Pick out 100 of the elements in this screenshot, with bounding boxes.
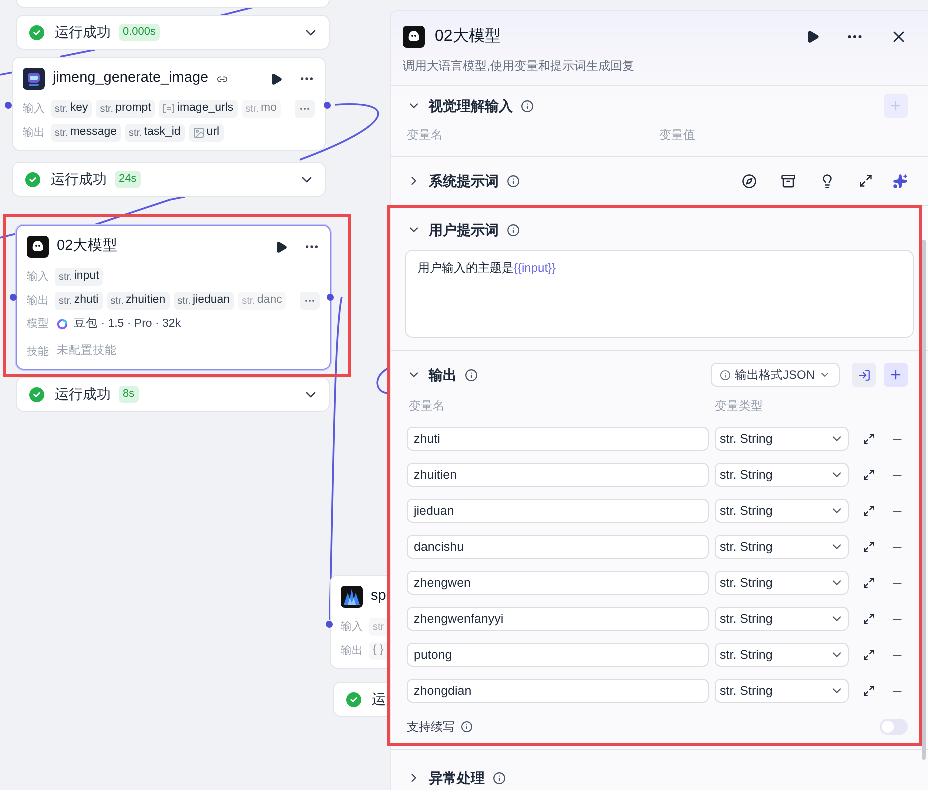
variable-name-field[interactable]: dancishu (407, 535, 709, 559)
expand-icon[interactable] (863, 685, 875, 697)
variable-name-field[interactable]: zhuitien (407, 463, 709, 487)
variable-tag: str. jieduan (174, 292, 234, 310)
flame-logo-icon (341, 586, 363, 608)
success-icon (27, 384, 47, 404)
run-icon[interactable] (806, 30, 820, 44)
section-title: 输出 (429, 366, 457, 384)
row-label: 输入 (341, 620, 364, 635)
format-select[interactable]: 输出格式JSON (710, 363, 840, 387)
info-icon[interactable] (507, 224, 520, 236)
duration-badge: 24s (115, 171, 141, 188)
section-title: 用户提示词 (429, 220, 499, 240)
variable-name-field[interactable]: zhengwen (407, 571, 709, 595)
expand-icon[interactable] (863, 541, 875, 553)
variable-type-select[interactable]: str. String (715, 571, 849, 595)
variable-tag: str. danc (238, 292, 286, 310)
run-status-bar[interactable]: 运行成功 8s (16, 377, 330, 412)
variable-tag: str. mo (242, 100, 281, 118)
column-header: 变量类型 (715, 398, 763, 415)
info-icon[interactable] (493, 772, 506, 784)
variable-type-select[interactable]: str. String (715, 463, 849, 487)
variable-tag: { } (369, 642, 388, 660)
connection-line (0, 233, 16, 239)
run-icon[interactable] (270, 72, 283, 86)
row-label: 输出 (23, 126, 46, 141)
plus-icon (889, 99, 903, 113)
variable-type-select[interactable]: str. String (715, 679, 849, 703)
info-icon[interactable] (461, 721, 473, 733)
column-header: 变量名 (407, 127, 444, 144)
workflow-node[interactable]: 02大模型 输入 str. input 输出 str. zhuti str. zhuitien str. jieduan str. danc 模型 豆包 · 1.5 · Pro · 32k 技能 未配置技能 (16, 225, 331, 370)
sparkle-icon[interactable] (893, 174, 908, 188)
info-icon[interactable] (507, 174, 520, 188)
add-button[interactable] (884, 363, 908, 387)
variable-tag: str. prompt (96, 100, 156, 118)
variable-tag: image_urls (159, 100, 238, 118)
success-icon (344, 690, 364, 710)
expand-icon[interactable] (863, 649, 875, 661)
status-label: 运行成功 (51, 170, 107, 189)
toggle-switch[interactable] (880, 719, 908, 735)
expand-icon[interactable] (863, 433, 875, 445)
section-title: 异常处理 (429, 768, 485, 788)
import-button[interactable] (852, 363, 876, 387)
array-type-icon (163, 104, 176, 114)
skill-value: 未配置技能 (57, 344, 117, 360)
archive-icon[interactable] (781, 174, 796, 188)
info-icon[interactable] (465, 368, 478, 382)
row-label: 输出 (27, 294, 50, 309)
variable-type-select[interactable]: str. String (715, 535, 849, 559)
variable-type-select[interactable]: str. String (715, 607, 849, 631)
run-status-bar[interactable]: 运行成功 0.000s (16, 15, 330, 50)
status-label: 运行成功 (55, 385, 111, 404)
variable-tag: str. input (55, 268, 104, 286)
row-label: 输出 (341, 644, 364, 659)
prompt-editor[interactable]: 用户输入的主题是{{input}} (405, 250, 914, 338)
run-status-bar[interactable]: 运行成功 24s (12, 162, 326, 197)
info-icon (720, 370, 731, 380)
row-label: 输入 (23, 102, 46, 117)
more-tags-button[interactable] (295, 100, 315, 118)
run-icon[interactable] (275, 240, 288, 254)
workflow-node[interactable]: sp 输入 str 输出 { } (330, 575, 390, 669)
section-title: 视觉理解输入 (429, 96, 513, 116)
variable-type-select[interactable]: str. String (715, 499, 849, 523)
node-title: jimeng_generate_image (53, 69, 209, 88)
variable-tag: url (188, 124, 224, 142)
expand-icon[interactable] (863, 613, 875, 625)
expand-icon[interactable] (863, 469, 875, 481)
variable-name-field[interactable]: jieduan (407, 499, 709, 523)
expand-icon[interactable] (863, 505, 875, 517)
success-icon (23, 170, 43, 190)
variable-name-field[interactable]: zhuti (407, 427, 709, 451)
workflow-node[interactable]: jimeng_generate_image 输入 str. key str. prompt image_urls str. mo 输出 str. message str. task_id url (12, 57, 326, 151)
info-icon[interactable] (521, 100, 534, 112)
option-label: 支持续写 (407, 719, 455, 736)
node-title: 02大模型 (57, 237, 118, 256)
row-label: 技能 (27, 344, 50, 360)
row-label: 输入 (27, 270, 50, 285)
column-header: 变量名 (408, 398, 446, 415)
compass-icon[interactable] (742, 174, 757, 188)
panel-description: 调用大语言模型,使用变量和提示词生成回复 (403, 58, 636, 75)
variable-type-select[interactable]: str. String (715, 427, 849, 451)
more-tags-button[interactable] (300, 292, 320, 310)
lightbulb-icon[interactable] (820, 174, 835, 188)
status-label: 运 (372, 690, 386, 709)
variable-name-field[interactable]: zhengwenfanyyi (407, 607, 709, 631)
success-icon (27, 22, 47, 42)
expand-icon[interactable] (863, 577, 875, 589)
variable-name-field[interactable]: putong (407, 643, 709, 667)
row-label: 模型 (27, 317, 50, 332)
image-type-icon (192, 127, 205, 139)
variable-type-select[interactable]: str. String (715, 643, 849, 667)
expand-icon[interactable] (859, 174, 873, 188)
variable-name-field[interactable]: zhongdian (407, 679, 709, 703)
run-status-bar[interactable]: 运 (333, 682, 390, 717)
ghost-logo-icon (403, 26, 425, 48)
prompt-text: 用户输入的主题是{{input}} (418, 261, 556, 275)
plus-icon (889, 368, 903, 382)
robot-logo-icon (23, 68, 45, 90)
variable-tag: str. key (51, 100, 92, 118)
panel-title: 02大模型 (435, 26, 501, 47)
